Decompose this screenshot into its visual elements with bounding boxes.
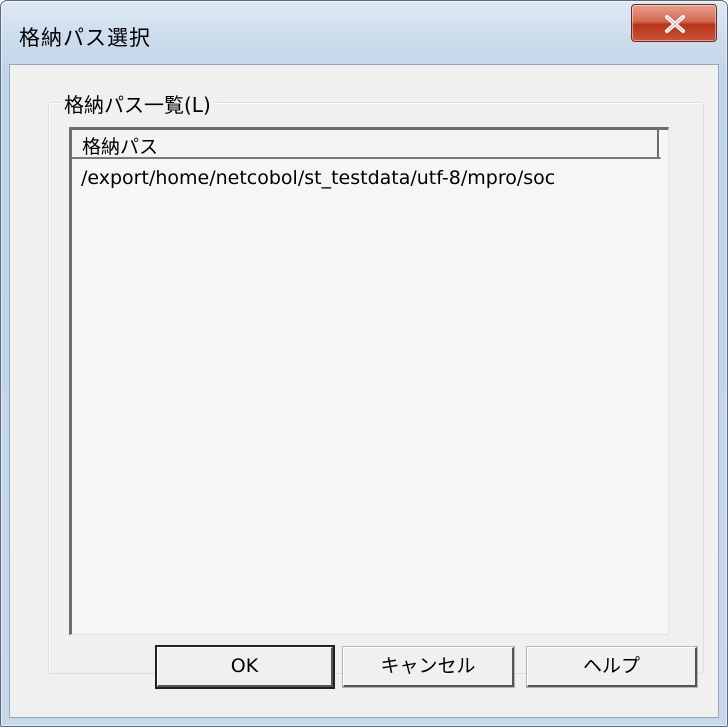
column-header-path[interactable]: 格納パス: [72, 130, 661, 159]
window-title: 格納パス選択: [19, 26, 151, 50]
ok-button[interactable]: OK: [155, 645, 335, 689]
dialog-body: 格納パス一覧(L) 格納パス /export/home/netcobol/st_…: [9, 64, 719, 718]
dialog-window: 格納パス選択 格納パス一覧(L) 格納パス /export/home/netco…: [0, 0, 728, 727]
column-header-label: 格納パス: [82, 136, 159, 158]
column-divider[interactable]: [657, 130, 661, 157]
path-list-group: 格納パス一覧(L) 格納パス /export/home/netcobol/st_…: [48, 89, 704, 674]
list-item[interactable]: /export/home/netcobol/st_testdata/utf-8/…: [81, 167, 555, 189]
help-button[interactable]: ヘルプ: [526, 646, 698, 688]
path-list-group-label: 格納パス一覧(L): [61, 89, 214, 118]
close-icon: [665, 15, 685, 33]
cancel-button[interactable]: キャンセル: [342, 646, 515, 688]
title-bar[interactable]: 格納パス選択: [1, 1, 727, 65]
close-button[interactable]: [631, 4, 717, 42]
path-list[interactable]: 格納パス /export/home/netcobol/st_testdata/u…: [69, 127, 669, 635]
